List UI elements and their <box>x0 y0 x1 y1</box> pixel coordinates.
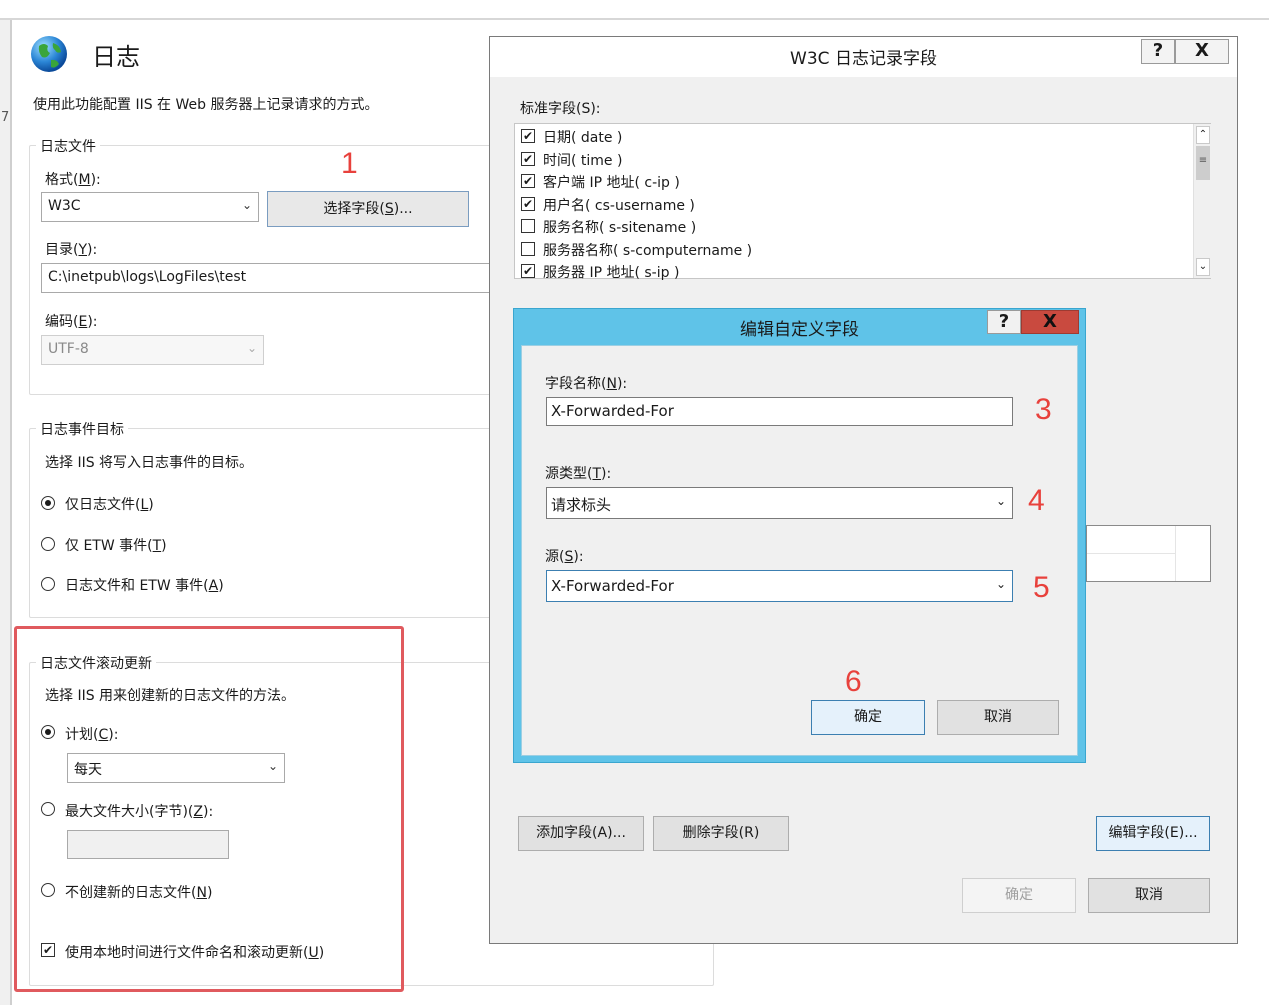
top-border <box>0 18 1269 20</box>
event-target-label: 日志文件和 ETW 事件(A) <box>65 578 224 594</box>
list-item[interactable]: ✔ 客户端 IP 地址( c-ip ) <box>521 172 1181 194</box>
rollover-highlight-box <box>14 626 404 992</box>
list-item[interactable]: ✔ 日期( date ) <box>521 127 1181 149</box>
field-label: 客户端 IP 地址( c-ip ) <box>543 175 680 191</box>
edit-custom-field-dialog: 编辑自定义字段 ? X 字段名称(N): X-Forwarded-For 源类型… <box>513 308 1086 763</box>
list-item[interactable]: 服务器名称( s-computername ) <box>521 240 1181 262</box>
w3c-ok-button[interactable]: 确定 <box>962 878 1076 913</box>
field-checkbox[interactable] <box>521 219 535 233</box>
event-target-label: 仅 ETW 事件(T) <box>65 538 167 554</box>
add-field-button[interactable]: 添加字段(A)... <box>518 816 644 851</box>
help-button[interactable]: ? <box>1141 39 1175 64</box>
fields-scrollbar[interactable]: ⌃ ≡ ⌄ <box>1193 124 1211 278</box>
field-checkbox[interactable]: ✔ <box>521 151 535 166</box>
standard-fields-label: 标准字段(S): <box>520 101 601 117</box>
list-item[interactable]: ✔ 服务器 IP 地址( s-ip ) <box>521 262 1181 284</box>
chevron-down-icon: ⌄ <box>246 341 257 355</box>
source-type-select[interactable]: 请求标头 ⌄ <box>546 487 1013 519</box>
custom-help-button[interactable]: ? <box>987 310 1021 334</box>
annotation-3: 3 <box>1035 393 1052 426</box>
list-item[interactable]: ✔ 用户名( cs-username ) <box>521 195 1181 217</box>
field-checkbox[interactable]: ✔ <box>521 196 535 211</box>
scroll-up-icon[interactable]: ⌃ <box>1196 126 1210 144</box>
chevron-down-icon: ⌄ <box>995 494 1006 508</box>
field-label: 时间( time ) <box>543 152 623 169</box>
field-checkbox[interactable]: ✔ <box>521 264 535 278</box>
source-combobox[interactable]: X-Forwarded-For ⌄ <box>546 570 1013 602</box>
event-target-label: 仅日志文件(L) <box>65 497 154 513</box>
scroll-down-icon[interactable]: ⌄ <box>1196 258 1210 276</box>
list-item[interactable]: 服务名称( s-sitename ) <box>521 217 1181 239</box>
delete-field-button[interactable]: 删除字段(R) <box>653 816 789 851</box>
source-type-value: 请求标头 <box>551 496 612 514</box>
field-name-label: 字段名称(N): <box>545 376 628 392</box>
annotation-6: 6 <box>845 665 862 698</box>
grid-line <box>1087 553 1175 554</box>
custom-ok-button[interactable]: 确定 <box>811 700 925 735</box>
encoding-label: 编码(E): <box>45 314 98 330</box>
annotation-1: 1 <box>341 147 358 180</box>
source-value: X-Forwarded-For <box>551 577 674 595</box>
log-event-target-description: 选择 IIS 将写入日志事件的目标。 <box>45 455 254 471</box>
chevron-down-icon: ⌄ <box>995 577 1006 591</box>
format-label: 格式(M): <box>45 172 101 188</box>
custom-dialog-body: 字段名称(N): X-Forwarded-For 源类型(T): 请求标头 ⌄ … <box>521 345 1078 756</box>
edge-marker: 7 <box>1 110 10 125</box>
annotation-5: 5 <box>1033 571 1050 604</box>
event-target-radio[interactable] <box>41 537 55 551</box>
encoding-select[interactable]: UTF-8 ⌄ <box>41 335 264 365</box>
edit-field-button[interactable]: 编辑字段(E)... <box>1096 816 1210 851</box>
field-checkbox[interactable]: ✔ <box>521 129 535 143</box>
left-panel-edge <box>0 20 10 1005</box>
field-name-value: X-Forwarded-For <box>551 402 674 420</box>
format-value: W3C <box>48 198 81 214</box>
format-select[interactable]: W3C ⌄ <box>41 192 259 222</box>
close-button[interactable]: X <box>1175 39 1229 64</box>
scroll-thumb[interactable]: ≡ <box>1196 146 1210 180</box>
source-label: 源(S): <box>545 549 584 565</box>
directory-value: C:\inetpub\logs\LogFiles\test <box>48 269 247 285</box>
log-file-group-title: 日志文件 <box>36 136 100 156</box>
encoding-value: UTF-8 <box>48 341 89 357</box>
event-target-radio[interactable] <box>41 496 55 510</box>
event-target-radio[interactable] <box>41 577 55 591</box>
select-fields-button[interactable]: 选择字段(S)... <box>267 191 469 227</box>
list-item[interactable]: ✔ 时间( time ) <box>521 150 1181 172</box>
field-label: 用户名( cs-username ) <box>543 197 695 214</box>
globe-icon <box>31 36 67 72</box>
chevron-down-icon: ⌄ <box>241 198 252 212</box>
w3c-dialog-title: W3C 日志记录字段 <box>790 49 937 69</box>
field-name-input[interactable]: X-Forwarded-For <box>546 397 1013 426</box>
custom-fields-grid <box>1086 525 1211 582</box>
annotation-4: 4 <box>1028 484 1045 517</box>
source-type-label: 源类型(T): <box>545 466 612 482</box>
field-checkbox[interactable] <box>521 241 535 256</box>
w3c-cancel-button[interactable]: 取消 <box>1088 878 1210 913</box>
log-event-target-title: 日志事件目标 <box>36 419 128 439</box>
grid-line <box>1175 526 1176 581</box>
field-checkbox[interactable]: ✔ <box>521 174 535 188</box>
field-label: 服务器 IP 地址( s-ip ) <box>543 265 680 281</box>
directory-input[interactable]: C:\inetpub\logs\LogFiles\test <box>41 263 501 293</box>
custom-close-button[interactable]: X <box>1021 310 1079 334</box>
left-panel-divider <box>10 20 12 1005</box>
field-label: 日期( date ) <box>543 130 623 146</box>
field-label: 服务器名称( s-computername ) <box>543 242 753 259</box>
page-title: 日志 <box>92 43 140 71</box>
custom-cancel-button[interactable]: 取消 <box>937 700 1059 735</box>
field-label: 服务名称( s-sitename ) <box>543 220 697 236</box>
standard-fields-list[interactable]: ✔ 日期( date ) ✔ 时间( time ) ✔ 客户端 IP 地址( c-ip )… <box>514 123 1211 281</box>
page-description: 使用此功能配置 IIS 在 Web 服务器上记录请求的方式。 <box>33 97 379 113</box>
directory-label: 目录(Y): <box>45 242 98 258</box>
